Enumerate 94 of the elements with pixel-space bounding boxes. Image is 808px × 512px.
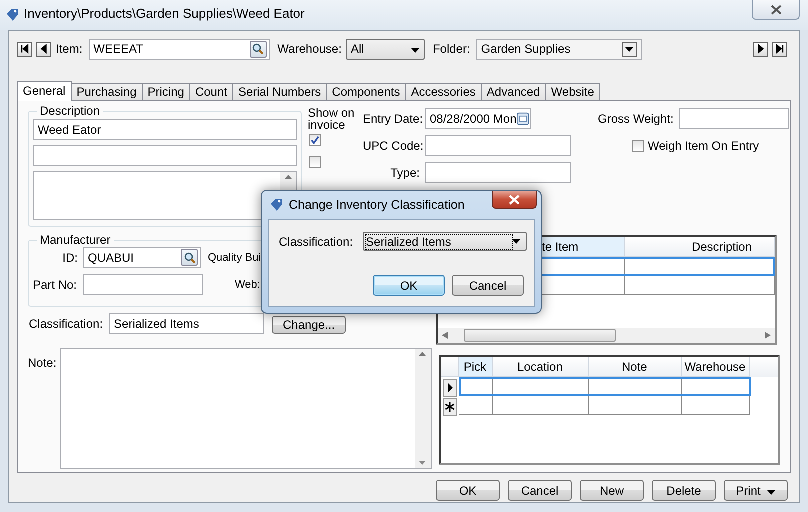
field-label: Classification: — [279, 234, 354, 248]
type-field[interactable] — [425, 162, 571, 183]
description-field[interactable] — [33, 145, 297, 166]
caret-icon — [512, 239, 522, 244]
caret-icon — [625, 46, 634, 52]
field-value: 08/28/2000 Mon — [430, 112, 517, 126]
field-value: WEEEAT — [94, 42, 144, 56]
close-icon — [509, 194, 520, 204]
field-label: Part No: — [33, 278, 78, 292]
caret-icon — [766, 490, 776, 494]
field-label: Classification: — [29, 316, 104, 330]
tab[interactable]: General — [17, 81, 72, 101]
column-header[interactable]: Note — [588, 357, 682, 377]
last-record-button[interactable] — [772, 42, 787, 56]
classification-dropdown[interactable]: Serialized Items — [363, 232, 528, 251]
field-label: Warehouse: — [278, 42, 342, 56]
next-record-button[interactable] — [753, 42, 768, 56]
dialog-button[interactable]: OK — [373, 275, 445, 296]
close-icon — [770, 4, 782, 14]
scrollbar-thumb[interactable] — [464, 329, 616, 342]
scroll-up-icon[interactable] — [419, 352, 426, 356]
dialog-title: Change Inventory Classification — [289, 198, 465, 212]
change-button[interactable]: Change... — [272, 316, 346, 334]
action-button[interactable]: Delete — [652, 480, 716, 501]
new-row-icon — [442, 398, 457, 416]
tab[interactable]: Serial Numbers — [232, 83, 328, 100]
field-label: Web: — [235, 278, 260, 290]
search-icon — [184, 252, 196, 264]
column-header[interactable]: Location — [492, 357, 589, 377]
checkbox[interactable] — [309, 156, 321, 168]
scroll-up-icon[interactable] — [284, 175, 292, 179]
checkbox-label: Weigh Item On Entry — [648, 138, 760, 152]
tab[interactable]: Count — [189, 83, 234, 100]
manufacturer-name: Quality Bui — [208, 252, 262, 264]
field-label: Note: — [28, 356, 57, 370]
current-row-icon — [442, 379, 457, 397]
search-button[interactable] — [181, 249, 198, 266]
tab[interactable]: Components — [326, 83, 406, 100]
search-button[interactable] — [250, 40, 267, 58]
scroll-left-icon[interactable] — [442, 332, 448, 339]
tab[interactable]: Purchasing — [70, 83, 143, 100]
column-header[interactable]: Description — [625, 237, 775, 257]
last-arrow-icon — [774, 43, 786, 55]
search-icon — [252, 43, 264, 55]
note-text-area[interactable] — [60, 348, 432, 469]
first-record-button[interactable] — [17, 42, 32, 56]
column-header[interactable]: Pick — [458, 357, 493, 377]
checkmark-icon — [310, 134, 320, 146]
first-arrow-icon — [18, 43, 30, 55]
action-button[interactable]: OK — [436, 480, 500, 501]
classification-field[interactable]: Serialized Items — [109, 313, 264, 334]
scroll-right-icon[interactable] — [765, 332, 771, 339]
upc-code-field[interactable] — [425, 135, 571, 156]
field-label: Type: — [390, 166, 420, 180]
item-field[interactable]: WEEEAT — [88, 38, 270, 60]
action-button[interactable]: New — [580, 480, 644, 501]
part-number-field[interactable] — [83, 274, 203, 295]
close-button[interactable] — [492, 191, 537, 209]
field-label: Entry Date: — [363, 112, 420, 126]
manufacturer-id-field[interactable]: QUABUI — [83, 247, 201, 268]
checkbox[interactable] — [632, 140, 644, 152]
description-field[interactable]: Weed Eator — [33, 119, 297, 140]
field-value: QUABUI — [88, 250, 134, 264]
grid-cell — [458, 396, 493, 415]
tag-icon — [270, 198, 284, 212]
field-label: Item: — [56, 42, 83, 56]
tab[interactable]: Pricing — [142, 83, 190, 100]
tag-icon — [6, 8, 20, 22]
prev-record-button[interactable] — [36, 42, 51, 56]
close-button[interactable] — [752, 0, 800, 20]
group-title: Manufacturer — [39, 233, 112, 247]
tab[interactable]: Accessories — [405, 83, 482, 100]
field-label: Gross Weight: — [598, 112, 674, 126]
scroll-down-icon[interactable] — [419, 461, 426, 465]
tab[interactable]: Advanced — [480, 83, 546, 100]
entry-date-field[interactable]: 08/28/2000 Mon — [425, 108, 531, 129]
group-title: Description — [39, 104, 102, 118]
window-title: Inventory\Products\Garden Supplies\Weed Eator — [24, 6, 305, 21]
column-header[interactable]: Warehouse — [682, 357, 750, 377]
calendar-button[interactable] — [516, 112, 529, 126]
dialog-button[interactable]: Cancel — [452, 275, 524, 296]
field-label: Folder: — [432, 42, 470, 56]
action-button[interactable]: Cancel — [508, 480, 572, 501]
warehouse-dropdown[interactable]: All — [346, 38, 425, 60]
field-label: ID: — [62, 250, 78, 264]
horizontal-scrollbar[interactable] — [438, 328, 775, 343]
grid-cell — [682, 396, 750, 415]
gross-weight-field[interactable] — [678, 108, 789, 129]
print-button[interactable]: Print — [724, 480, 788, 501]
tab[interactable]: Website — [545, 83, 600, 100]
show-on-invoice-label: Show on invoice — [308, 107, 356, 131]
checkbox[interactable] — [309, 134, 321, 146]
folder-dropdown[interactable]: Garden Supplies — [476, 38, 642, 60]
caret-icon — [410, 48, 420, 53]
